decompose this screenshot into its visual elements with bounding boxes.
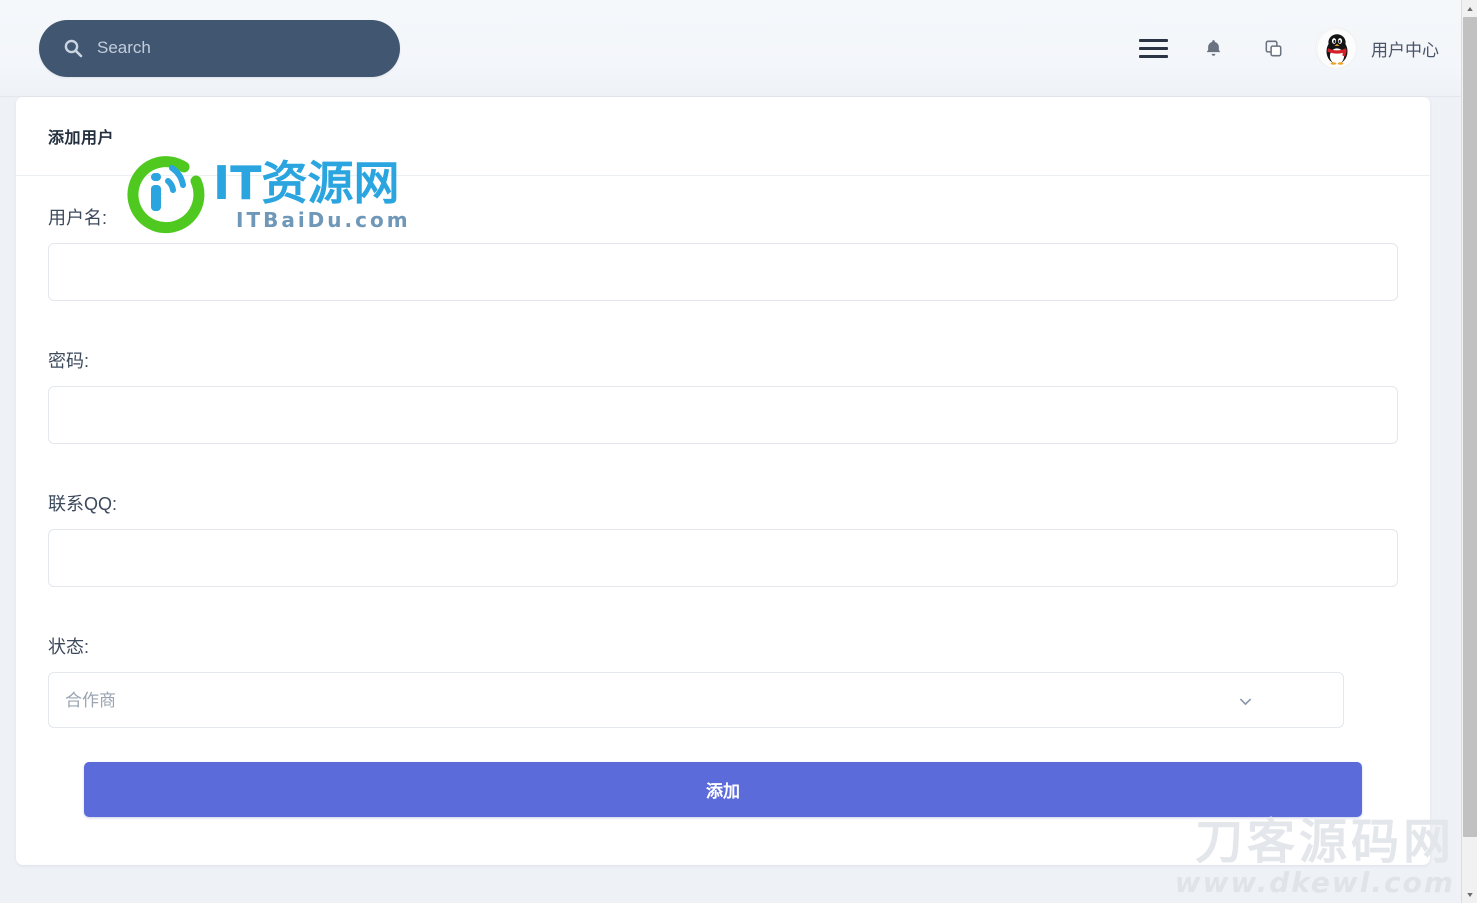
dkewl-watermark-url: www.dkewl.com [1174,866,1455,899]
add-user-card: 添加用户 用户名: 密码: 联系QQ: 状态: 合作商 添加 [16,97,1430,865]
password-input[interactable] [48,386,1398,444]
add-user-form: 用户名: 密码: 联系QQ: 状态: 合作商 添加 [16,176,1430,817]
user-center-button[interactable]: 用户中心 [1315,27,1439,69]
status-select[interactable]: 合作商 [48,672,1344,728]
scrollbar-thumb[interactable] [1463,17,1477,837]
avatar [1315,27,1357,69]
hamburger-menu-icon[interactable] [1123,18,1183,78]
user-center-label: 用户中心 [1371,40,1439,60]
qq-input[interactable] [48,529,1398,587]
burger-bar-2 [1138,46,1168,50]
page-root: 用户中心 添加用户 用户名: 密码: 联系QQ: [0,0,1477,903]
vertical-scrollbar[interactable] [1461,0,1477,903]
bell-notification-icon[interactable] [1183,18,1243,78]
burger-bar-1 [1138,38,1168,42]
add-user-submit-button[interactable]: 添加 [84,762,1362,817]
field-label-status: 状态: [48,637,90,657]
search-input[interactable] [97,38,377,58]
field-qq: 联系QQ: [48,490,1398,587]
top-header-bar: 用户中心 [0,0,1461,97]
search-box[interactable] [39,19,400,77]
page-title: 添加用户 [48,130,115,147]
field-label-password: 密码: [48,351,90,371]
header-actions: 用户中心 [1123,18,1461,78]
card-header: 添加用户 [16,97,1430,176]
field-password: 密码: [48,347,1398,444]
search-icon [63,38,83,58]
windows-copy-icon[interactable] [1243,18,1303,78]
scrollbar-up-arrow[interactable] [1462,0,1477,17]
field-label-username: 用户名: [48,208,108,228]
field-username: 用户名: [48,204,1398,301]
scrollbar-down-arrow[interactable] [1462,886,1477,903]
field-label-qq: 联系QQ: [48,494,118,514]
status-select-wrap: 合作商 [48,672,1398,728]
burger-bar-3 [1138,54,1168,58]
username-input[interactable] [48,243,1398,301]
submit-row: 添加 [48,728,1398,817]
field-status: 状态: 合作商 [48,633,1398,728]
